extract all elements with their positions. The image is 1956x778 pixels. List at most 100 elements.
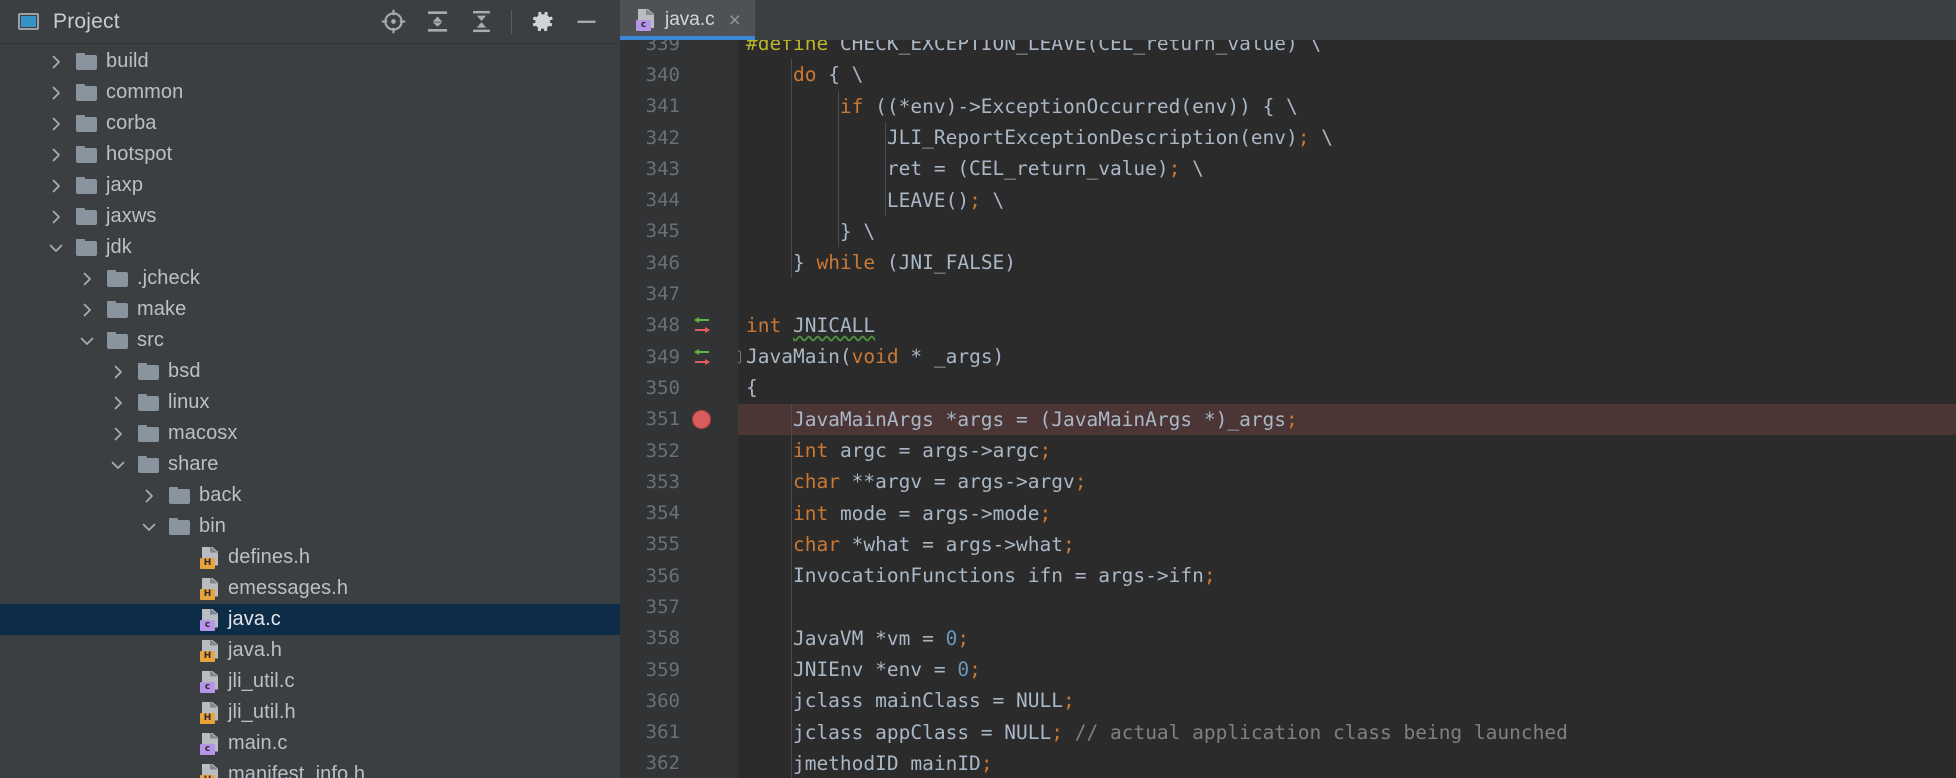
code-line[interactable]: #define CHECK_EXCEPTION_LEAVE(CEL_return… xyxy=(738,40,1956,59)
gutter-marker-slot[interactable] xyxy=(682,346,734,368)
code-fold-icon[interactable] xyxy=(738,350,741,364)
minimize-icon[interactable] xyxy=(566,2,606,42)
code-line[interactable]: int argc = args->argc; xyxy=(738,434,1956,467)
gutter-line[interactable]: 347 xyxy=(620,278,738,309)
gutter-line[interactable]: 350 xyxy=(620,372,738,403)
code-line[interactable]: if ((*env)->ExceptionOccurred(env)) { \ xyxy=(738,90,1956,122)
gutter-line[interactable]: 358 xyxy=(620,623,738,654)
chevron-right-icon[interactable] xyxy=(76,263,98,294)
chevron-down-icon[interactable] xyxy=(107,449,129,480)
tree-file-defines-h[interactable]: Hdefines.h xyxy=(0,542,620,573)
gutter-line[interactable]: 362 xyxy=(620,748,738,778)
gutter-line[interactable]: 344 xyxy=(620,184,738,215)
breakpoint-icon[interactable] xyxy=(692,409,711,429)
expand-all-icon[interactable] xyxy=(417,2,457,42)
code-scroll-area[interactable]: #define CHECK_EXCEPTION_LEAVE(CEL_return… xyxy=(738,40,1956,778)
tree-folder-build[interactable]: build xyxy=(0,46,620,77)
code-line[interactable]: jclass mainClass = NULL; xyxy=(738,685,1956,717)
chevron-right-icon[interactable] xyxy=(107,356,129,387)
tree-file-manifest-info-h[interactable]: Hmanifest_info.h xyxy=(0,759,620,778)
chevron-right-icon[interactable] xyxy=(45,201,67,232)
collapse-all-icon[interactable] xyxy=(461,2,501,42)
gutter-line[interactable]: 353 xyxy=(620,466,738,497)
tree-folder-jaxp[interactable]: jaxp xyxy=(0,170,620,201)
chevron-right-icon[interactable] xyxy=(138,480,160,511)
tree-folder-share[interactable]: share xyxy=(0,449,620,480)
gutter-line[interactable]: 359 xyxy=(620,654,738,685)
gear-icon[interactable] xyxy=(522,2,562,42)
gutter-line[interactable]: 351 xyxy=(620,404,738,435)
code-line[interactable]: do { \ xyxy=(738,59,1956,91)
tree-file-jli-util-c[interactable]: c jli_util.c xyxy=(0,666,620,697)
gutter-line[interactable]: 346 xyxy=(620,247,738,278)
chevron-right-icon[interactable] xyxy=(76,294,98,325)
project-tree[interactable]: build common corba hotspot jaxp jaxws jdk .jche… xyxy=(0,44,620,778)
tree-folder-linux[interactable]: linux xyxy=(0,387,620,418)
tree-file-java-c[interactable]: c java.c xyxy=(0,604,620,635)
tree-file-java-h[interactable]: Hjava.h xyxy=(0,635,620,666)
gutter-line[interactable]: 360 xyxy=(620,685,738,716)
code-line[interactable]: JavaVM *vm = 0; xyxy=(738,622,1956,654)
gutter-line[interactable]: 339 xyxy=(620,40,738,59)
chevron-right-icon[interactable] xyxy=(45,108,67,139)
tree-folder-jcheck[interactable]: .jcheck xyxy=(0,263,620,294)
code-line[interactable]: { xyxy=(738,372,1956,403)
locate-in-tree-icon[interactable] xyxy=(373,2,413,42)
tree-file-emessages-h[interactable]: Hemessages.h xyxy=(0,573,620,604)
code-line[interactable]: ret = (CEL_return_value); \ xyxy=(738,153,1956,185)
chevron-right-icon[interactable] xyxy=(45,77,67,108)
chevron-right-icon[interactable] xyxy=(107,387,129,418)
code-line[interactable]: char *what = args->what; xyxy=(738,528,1956,561)
gutter-marker-slot[interactable] xyxy=(682,314,734,336)
tree-folder-corba[interactable]: corba xyxy=(0,108,620,139)
gutter-line[interactable]: 352 xyxy=(620,435,738,466)
code-line[interactable]: LEAVE(); \ xyxy=(738,184,1956,216)
close-icon[interactable]: × xyxy=(725,10,741,31)
chevron-down-icon[interactable] xyxy=(45,232,67,263)
tree-folder-common[interactable]: common xyxy=(0,77,620,108)
code-line[interactable]: } while (JNI_FALSE) xyxy=(738,247,1956,279)
gutter-line[interactable]: 361 xyxy=(620,717,738,748)
tree-folder-bin[interactable]: bin xyxy=(0,511,620,542)
chevron-down-icon[interactable] xyxy=(76,325,98,356)
vcs-change-marker-icon[interactable] xyxy=(692,314,712,336)
tree-folder-bsd[interactable]: bsd xyxy=(0,356,620,387)
tree-file-jli-util-h[interactable]: Hjli_util.h xyxy=(0,697,620,728)
gutter-line[interactable]: 357 xyxy=(620,591,738,622)
code-line[interactable] xyxy=(738,591,1956,623)
code-line[interactable]: InvocationFunctions ifn = args->ifn; xyxy=(738,560,1956,592)
code-line[interactable]: JLI_ReportExceptionDescription(env); \ xyxy=(738,121,1956,154)
chevron-right-icon[interactable] xyxy=(45,139,67,170)
code-lines[interactable]: #define CHECK_EXCEPTION_LEAVE(CEL_return… xyxy=(738,40,1956,778)
tree-folder-back[interactable]: back xyxy=(0,480,620,511)
code-line[interactable] xyxy=(738,278,1956,309)
gutter-line[interactable]: 341 xyxy=(620,91,738,122)
gutter-line[interactable]: 345 xyxy=(620,216,738,247)
tree-file-main-c[interactable]: c main.c xyxy=(0,728,620,759)
gutter-line[interactable]: 354 xyxy=(620,497,738,528)
code-line[interactable]: JNIEnv *env = 0; xyxy=(738,653,1956,686)
chevron-right-icon[interactable] xyxy=(45,170,67,201)
gutter-line[interactable]: 349 xyxy=(620,341,738,372)
code-line[interactable]: char **argv = args->argv; xyxy=(738,466,1956,498)
tree-folder-make[interactable]: make xyxy=(0,294,620,325)
code-line[interactable]: JavaMain(void * _args) xyxy=(738,341,1956,372)
gutter-line[interactable]: 342 xyxy=(620,122,738,153)
gutter-line[interactable]: 356 xyxy=(620,560,738,591)
vcs-change-marker-icon[interactable] xyxy=(692,346,712,368)
chevron-right-icon[interactable] xyxy=(45,46,67,77)
code-line[interactable]: int JNICALL xyxy=(738,310,1956,341)
gutter-line[interactable]: 343 xyxy=(620,153,738,184)
code-line[interactable]: } \ xyxy=(738,215,1956,248)
tree-folder-macosx[interactable]: macosx xyxy=(0,418,620,449)
chevron-down-icon[interactable] xyxy=(138,511,160,542)
tree-folder-hotspot[interactable]: hotspot xyxy=(0,139,620,170)
code-line[interactable]: jmethodID mainID; xyxy=(738,747,1956,778)
code-line[interactable]: JavaMainArgs *args = (JavaMainArgs *)_ar… xyxy=(738,403,1956,435)
chevron-right-icon[interactable] xyxy=(107,418,129,449)
gutter-line[interactable]: 355 xyxy=(620,529,738,560)
editor-gutter[interactable]: 339 340 341 342 343 344 345 346 347 348 349 350 351 3… xyxy=(620,40,738,778)
gutter-line[interactable]: 340 xyxy=(620,59,738,90)
tree-folder-src[interactable]: src xyxy=(0,325,620,356)
tree-folder-jaxws[interactable]: jaxws xyxy=(0,201,620,232)
